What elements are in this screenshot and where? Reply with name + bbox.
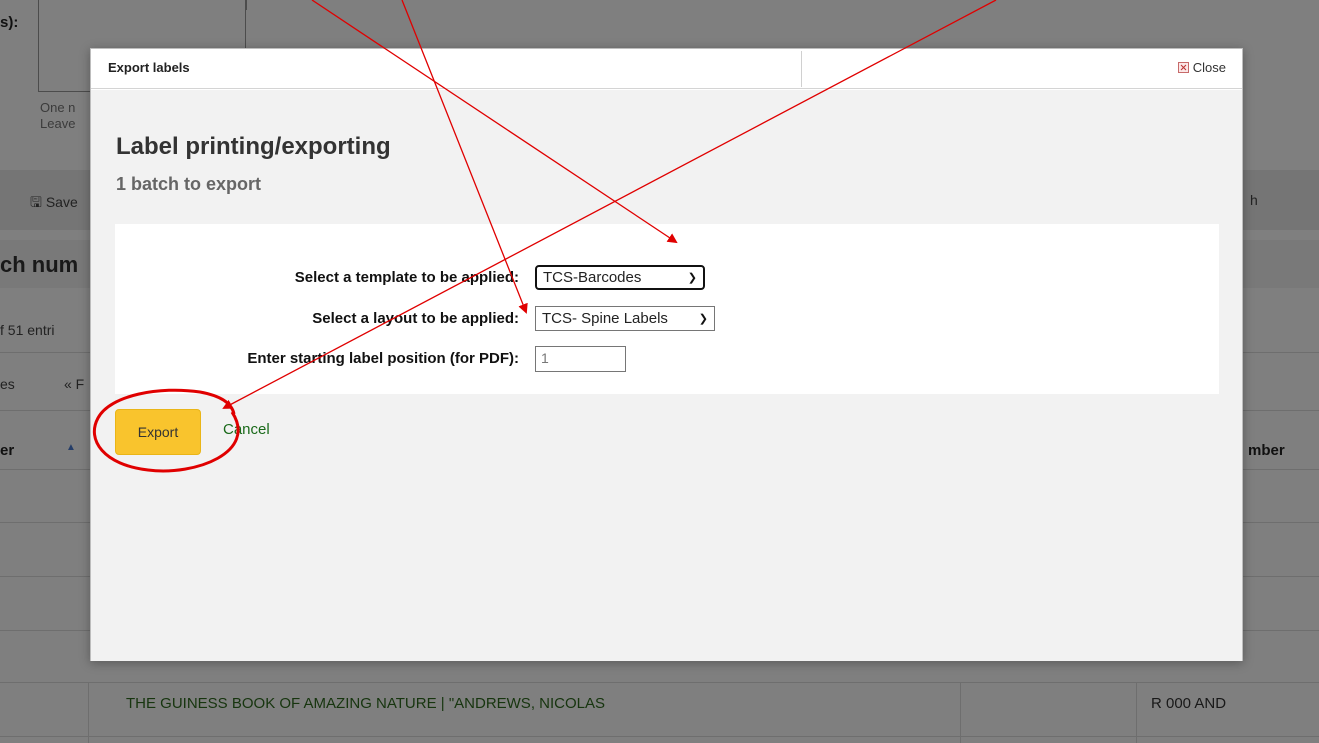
layout-select[interactable]: TCS- Spine Labels ❯	[535, 306, 715, 331]
starting-position-input[interactable]: 1	[535, 346, 626, 372]
layout-label: Select a layout to be applied:	[312, 310, 519, 327]
template-label: Select a template to be applied:	[294, 269, 519, 286]
export-form: Select a template to be applied: TCS-Bar…	[115, 224, 1219, 394]
close-label: Close	[1192, 60, 1226, 75]
chevron-down-icon: ❯	[687, 272, 697, 284]
dialog-header-title: Export labels	[108, 60, 190, 75]
close-button[interactable]: Close	[1177, 60, 1226, 75]
layout-select-value: TCS- Spine Labels	[542, 310, 668, 327]
cancel-link[interactable]: Cancel	[223, 421, 270, 438]
dialog-header-divider	[801, 51, 802, 87]
dialog-subtitle: 1 batch to export	[116, 174, 262, 194]
chevron-down-icon: ❯	[698, 313, 708, 325]
dialog-title: Label printing/exporting	[116, 133, 391, 160]
close-icon	[1177, 62, 1189, 73]
layout-row: Select a layout to be applied: TCS- Spin…	[115, 306, 1219, 332]
position-row: Enter starting label position (for PDF):…	[115, 346, 1219, 372]
template-select[interactable]: TCS-Barcodes ❯	[535, 265, 705, 290]
template-row: Select a template to be applied: TCS-Bar…	[115, 265, 1219, 291]
template-select-value: TCS-Barcodes	[543, 269, 642, 286]
position-label: Enter starting label position (for PDF):	[247, 350, 519, 367]
dialog-header: Export labels Close	[91, 49, 1242, 89]
export-button[interactable]: Export	[115, 409, 201, 455]
export-labels-dialog: Export labels Close Label printing/expor…	[90, 48, 1243, 661]
